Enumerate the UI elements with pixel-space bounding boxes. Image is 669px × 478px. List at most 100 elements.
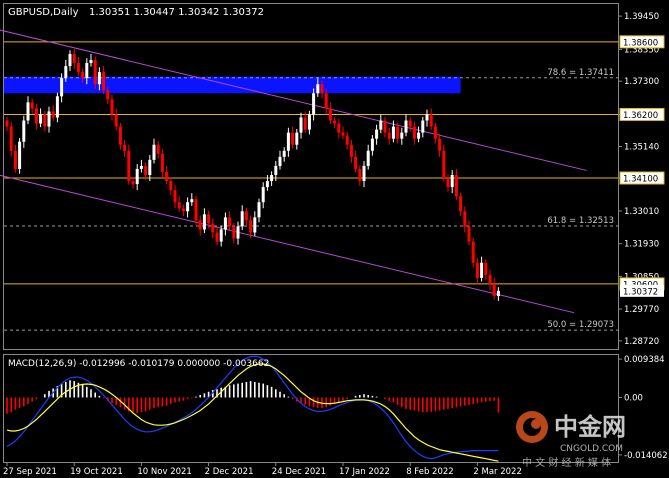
candle-body	[312, 93, 316, 115]
candle-body	[366, 150, 370, 166]
candle-body	[446, 178, 450, 188]
candle-body	[148, 159, 152, 175]
candle-body	[249, 220, 253, 233]
time-tick-label: 10 Nov 2021	[137, 467, 191, 477]
candle-body	[291, 132, 295, 145]
price-tick-label: 1.33010	[624, 207, 659, 217]
macd-tick-label: -0.014062	[624, 451, 668, 461]
candle-body	[496, 290, 500, 297]
candle-body	[47, 111, 51, 127]
candle-body	[152, 144, 156, 160]
candle-body	[282, 150, 286, 157]
candle-body	[471, 241, 475, 263]
candle-body	[333, 120, 337, 124]
level-price-label: 1.38600	[623, 38, 658, 48]
price-tick-label: 1.29770	[624, 305, 659, 315]
candle-body	[278, 156, 282, 166]
candle-body	[408, 120, 412, 127]
candle-body	[93, 59, 97, 85]
fib-label: 78.6 = 1.37411	[547, 68, 614, 78]
candle-body	[244, 211, 248, 221]
current-price-label: 1.30372	[623, 287, 658, 297]
candle-body	[303, 117, 307, 130]
resistance-zone-box	[4, 76, 461, 94]
candle-body	[391, 126, 395, 139]
candle-body	[219, 229, 223, 242]
candle-body	[72, 53, 76, 64]
candle-body	[64, 66, 68, 79]
price-tick-label: 1.39450	[624, 12, 659, 22]
symbol-label: GBPUSD,Daily	[8, 7, 79, 18]
candle-body	[324, 93, 328, 109]
candle-body	[442, 150, 446, 179]
candle-body	[383, 120, 387, 133]
candle-body	[307, 114, 311, 130]
candle-body	[438, 138, 442, 151]
candle-body	[51, 111, 55, 118]
candle-body	[173, 190, 177, 203]
candle-body	[177, 202, 181, 209]
time-tick-label: 2 Dec 2021	[205, 467, 254, 477]
candle-body	[412, 126, 416, 139]
candle-body	[467, 226, 471, 242]
candle-body	[5, 120, 9, 127]
price-tick-label: 1.37300	[624, 77, 659, 87]
candle-body	[358, 168, 362, 182]
candle-body	[228, 217, 232, 227]
candle-body	[387, 132, 391, 139]
brand-tagline: 中 文 财 经 新 媒 体	[522, 456, 611, 469]
candle-body	[139, 165, 143, 169]
candle-body	[81, 72, 85, 79]
candle-body	[186, 202, 190, 212]
price-tick-label: 1.35140	[624, 143, 659, 153]
candle-body	[257, 202, 261, 218]
fib-label: 50.0 = 1.29073	[547, 320, 614, 330]
macd-label: MACD(12,26,9) -0.012996 -0.010179 0.0000…	[8, 359, 269, 369]
time-tick-label: 19 Oct 2021	[70, 467, 123, 477]
time-tick-label: 24 Dec 2021	[272, 467, 326, 477]
brand-en: CNGOLD.COM	[560, 444, 623, 454]
candle-body	[18, 141, 22, 169]
candle-body	[22, 120, 26, 142]
candle-body	[30, 102, 34, 109]
candle-body	[165, 171, 169, 182]
candle-body	[370, 138, 374, 151]
candle-body	[375, 129, 379, 139]
candle-body	[349, 144, 353, 157]
time-tick-label: 27 Sep 2021	[3, 467, 57, 477]
candle-body	[43, 114, 47, 127]
candle-body	[202, 214, 206, 230]
candle-body	[118, 126, 122, 145]
ohlc-readout: 1.30351 1.30447 1.30342 1.30372	[89, 7, 264, 18]
candle-body	[215, 232, 219, 242]
candle-body	[106, 90, 110, 100]
gbpusd-daily-chart[interactable]: 78.6 = 1.37411 61.8 = 1.32513 50.0 = 1.290…	[0, 0, 669, 478]
time-tick-label: 8 Feb 2022	[406, 467, 454, 477]
candle-body	[9, 126, 13, 151]
candle-body	[240, 211, 244, 227]
candle-body	[144, 165, 148, 175]
fib-label: 61.8 = 1.32513	[547, 216, 614, 226]
candle-body	[400, 132, 404, 139]
candle-body	[337, 123, 341, 133]
candle-body	[135, 168, 139, 185]
macd-tick-label: 0.009384	[624, 355, 665, 365]
candle-body	[131, 181, 135, 185]
macd-tick-label: 0.00	[624, 393, 643, 403]
candle-body	[194, 199, 198, 221]
candle-body	[450, 174, 454, 188]
candle-body	[295, 132, 299, 145]
candle-body	[123, 144, 127, 151]
candle-body	[492, 283, 496, 297]
candle-body	[160, 153, 164, 172]
candle-body	[110, 99, 114, 115]
candle-body	[190, 199, 194, 203]
level-price-label: 1.34100	[623, 175, 658, 185]
brand-cn: 中金网	[554, 413, 626, 441]
level-price-label: 1.36200	[623, 111, 658, 121]
candle-body	[102, 72, 106, 91]
candle-body	[127, 150, 131, 182]
candle-body	[270, 174, 274, 182]
candle-body	[223, 217, 227, 230]
candle-body	[232, 226, 236, 239]
